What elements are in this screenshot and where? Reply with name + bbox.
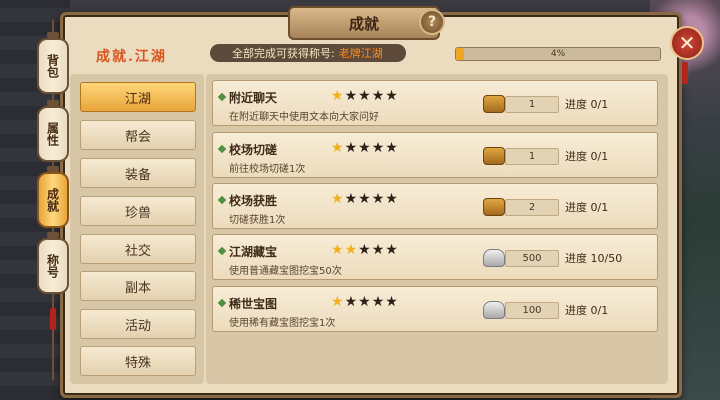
- window-title: 成就: [288, 6, 440, 40]
- star-empty-icon: ★: [385, 294, 399, 310]
- star-empty-icon: ★: [358, 242, 372, 258]
- achievement-desc: 在附近聊天中使用文本向大家问好: [229, 112, 379, 123]
- achievement-row[interactable]: 附近聊天 在附近聊天中使用文本向大家问好 ★★★★★ 1 进度 0/1: [212, 80, 658, 126]
- achievement-desc: 使用普通藏宝图挖宝50次: [229, 266, 342, 277]
- star-empty-icon: ★: [344, 294, 359, 310]
- star-empty-icon: ★: [385, 88, 399, 104]
- star-empty-icon: ★: [358, 88, 372, 104]
- star-empty-icon: ★: [385, 191, 399, 207]
- treasure-chest-icon: [483, 95, 505, 113]
- star-rating: ★★★★★: [331, 191, 399, 207]
- category-equipment[interactable]: 装备: [80, 158, 196, 188]
- achievement-progress: 进度 0/1: [565, 150, 609, 163]
- completion-reward-label: 全部完成可获得称号:: [232, 47, 335, 60]
- achievement-progress: 进度 0/1: [565, 98, 609, 111]
- completion-reward-title: 老牌江湖: [338, 47, 383, 60]
- close-tassel: [682, 62, 688, 84]
- star-empty-icon: ★: [371, 294, 386, 310]
- achievement-desc: 使用稀有藏宝图挖宝1次: [229, 318, 336, 329]
- bullet-icon: [217, 246, 227, 256]
- category-jianghu[interactable]: 江湖: [80, 82, 196, 112]
- star-empty-icon: ★: [385, 140, 399, 156]
- star-filled-icon: ★: [331, 191, 345, 207]
- bullet-icon: [217, 298, 227, 308]
- star-empty-icon: ★: [344, 140, 359, 156]
- reward-amount: 2: [505, 199, 559, 216]
- completion-reward-banner: 全部完成可获得称号: 老牌江湖: [210, 44, 406, 62]
- star-rating: ★★★★★: [331, 242, 399, 258]
- achievement-row[interactable]: 校场获胜 切磋获胜1次 ★★★★★ 2 进度 0/1: [212, 183, 658, 229]
- overall-progress-bar: 4%: [455, 47, 661, 61]
- achievement-desc: 前往校场切磋1次: [229, 164, 306, 175]
- star-filled-icon: ★: [331, 242, 345, 258]
- star-empty-icon: ★: [371, 242, 386, 258]
- star-empty-icon: ★: [358, 294, 372, 310]
- bullet-icon: [217, 195, 227, 205]
- star-empty-icon: ★: [358, 191, 372, 207]
- treasure-chest-icon: [483, 198, 505, 216]
- silver-ingot-icon: [483, 301, 505, 319]
- help-button[interactable]: ?: [419, 9, 445, 35]
- achievement-progress: 进度 0/1: [565, 201, 609, 214]
- achievement-name: 江湖藏宝: [229, 245, 278, 259]
- category-events[interactable]: 活动: [80, 309, 196, 339]
- achievement-progress: 进度 10/50: [565, 252, 623, 265]
- achievement-name: 附近聊天: [229, 91, 278, 105]
- achievement-row[interactable]: 江湖藏宝 使用普通藏宝图挖宝50次 ★★★★★ 500 进度 10/50: [212, 234, 658, 280]
- star-empty-icon: ★: [371, 140, 386, 156]
- achievement-name: 校场获胜: [229, 194, 278, 208]
- achievement-row[interactable]: 稀世宝图 使用稀有藏宝图挖宝1次 ★★★★★ 100 进度 0/1: [212, 286, 658, 332]
- achievement-name: 校场切磋: [229, 143, 278, 157]
- close-button[interactable]: ✕: [670, 26, 704, 60]
- reward-amount: 1: [505, 96, 559, 113]
- treasure-chest-icon: [483, 147, 505, 165]
- category-guild[interactable]: 帮会: [80, 120, 196, 150]
- category-social[interactable]: 社交: [80, 234, 196, 264]
- tab-bag[interactable]: 背包: [37, 38, 69, 94]
- bullet-icon: [217, 144, 227, 154]
- star-rating: ★★★★★: [331, 88, 399, 104]
- reward-amount: 1: [505, 148, 559, 165]
- star-empty-icon: ★: [385, 242, 399, 258]
- star-empty-icon: ★: [344, 191, 359, 207]
- star-filled-icon: ★: [344, 242, 359, 258]
- tab-titles[interactable]: 称号: [37, 238, 69, 294]
- reward-amount: 500: [505, 250, 559, 267]
- star-rating: ★★★★★: [331, 140, 399, 156]
- star-filled-icon: ★: [331, 88, 345, 104]
- star-empty-icon: ★: [371, 191, 386, 207]
- tab-tassel: [50, 308, 56, 330]
- silver-ingot-icon: [483, 249, 505, 267]
- star-rating: ★★★★★: [331, 294, 399, 310]
- star-empty-icon: ★: [371, 88, 386, 104]
- achievement-name: 稀世宝图: [229, 297, 278, 311]
- tab-achievements[interactable]: 成就: [37, 172, 69, 228]
- category-dungeon[interactable]: 副本: [80, 271, 196, 301]
- achievement-progress: 进度 0/1: [565, 304, 609, 317]
- category-beasts[interactable]: 珍兽: [80, 196, 196, 226]
- overall-progress-text: 4%: [550, 49, 566, 59]
- achievement-desc: 切磋获胜1次: [229, 215, 286, 226]
- reward-amount: 100: [505, 302, 559, 319]
- section-heading: 成就.江湖: [96, 49, 167, 65]
- achievement-row[interactable]: 校场切磋 前往校场切磋1次 ★★★★★ 1 进度 0/1: [212, 132, 658, 178]
- star-filled-icon: ★: [331, 140, 345, 156]
- bullet-icon: [217, 92, 227, 102]
- category-special[interactable]: 特殊: [80, 346, 196, 376]
- tab-attributes[interactable]: 属性: [37, 106, 69, 162]
- star-empty-icon: ★: [344, 88, 359, 104]
- star-filled-icon: ★: [331, 294, 345, 310]
- star-empty-icon: ★: [358, 140, 372, 156]
